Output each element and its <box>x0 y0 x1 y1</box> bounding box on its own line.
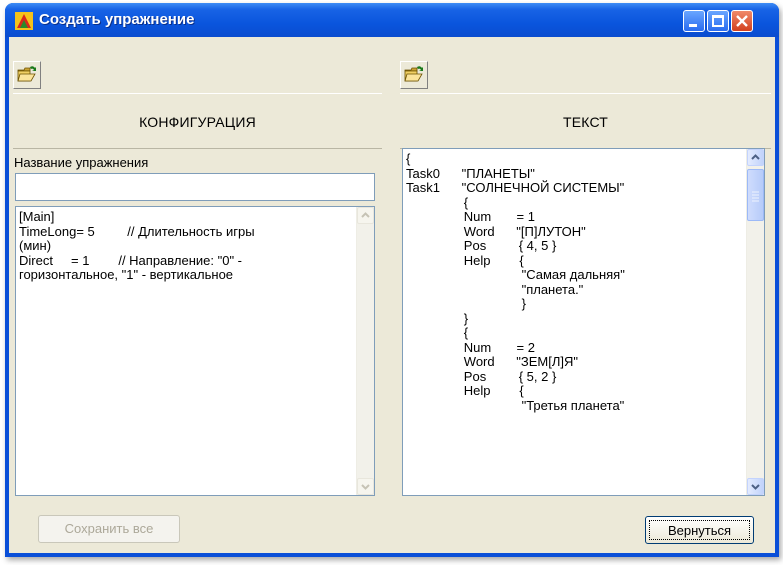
save-all-button[interactable]: Сохранить все <box>38 515 180 543</box>
open-folder-icon <box>404 66 423 82</box>
back-button[interactable]: Вернуться <box>645 516 754 544</box>
maximize-icon <box>712 15 724 27</box>
open-folder-icon <box>17 66 36 82</box>
dialog-client-area: КОНФИГУРАЦИЯ Название упражнения [Main] … <box>9 37 775 553</box>
config-scroll-up[interactable] <box>357 207 374 224</box>
text-header[interactable]: ТЕКСТ <box>400 93 771 149</box>
text-scroll-up[interactable] <box>747 149 764 166</box>
chevron-up-icon <box>751 154 760 160</box>
dialog-window: Создать упражнение КОНФИГУРАЦИЯ Название… <box>5 3 779 557</box>
config-header[interactable]: КОНФИГУРАЦИЯ <box>13 93 382 149</box>
maximize-button[interactable] <box>707 10 729 32</box>
chevron-down-icon <box>361 484 370 490</box>
app-icon <box>15 12 33 30</box>
text-scrollbar[interactable] <box>746 149 764 495</box>
config-scroll-down[interactable] <box>357 478 374 495</box>
text-memo[interactable]: { Task0 "ПЛАНЕТЫ" Task1 "СОЛНЕЧНОЙ СИСТЕ… <box>402 148 765 496</box>
grip-icon <box>752 191 759 202</box>
config-memo[interactable]: [Main] TimeLong= 5 // Длительность игры … <box>15 206 375 496</box>
config-scrollbar[interactable] <box>356 207 374 495</box>
close-button[interactable] <box>731 10 753 32</box>
close-icon <box>736 15 748 27</box>
config-text: [Main] TimeLong= 5 // Длительность игры … <box>19 209 255 282</box>
chevron-up-icon <box>361 212 370 218</box>
chevron-down-icon <box>751 484 760 490</box>
minimize-button[interactable] <box>683 10 705 32</box>
text-scroll-down[interactable] <box>747 478 764 495</box>
window-title: Создать упражнение <box>39 11 195 28</box>
title-bar[interactable]: Создать упражнение <box>5 3 779 37</box>
minimize-icon <box>689 24 697 27</box>
text-scroll-thumb[interactable] <box>747 169 764 221</box>
exercise-text: { Task0 "ПЛАНЕТЫ" Task1 "СОЛНЕЧНОЙ СИСТЕ… <box>406 151 625 413</box>
open-text-button[interactable] <box>400 61 428 89</box>
exercise-name-input[interactable] <box>15 173 375 201</box>
open-config-button[interactable] <box>13 61 41 89</box>
exercise-name-label: Название упражнения <box>14 155 149 170</box>
back-button-label: Вернуться <box>649 520 750 540</box>
